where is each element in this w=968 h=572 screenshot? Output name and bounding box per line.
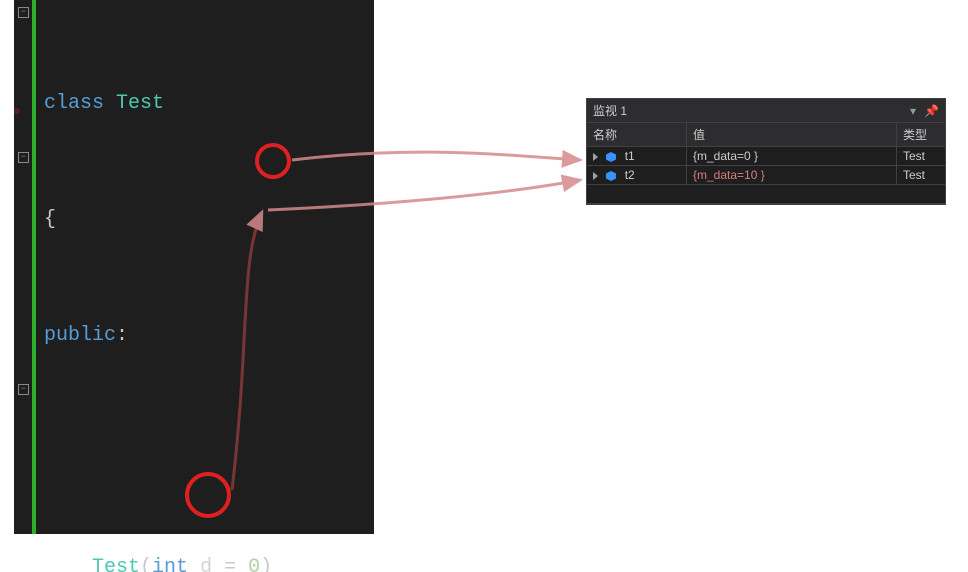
keyword-class: class	[44, 92, 116, 115]
watch-empty-row[interactable]	[587, 185, 945, 204]
col-value-header[interactable]: 值	[687, 123, 897, 146]
watch-row-value-changed[interactable]: {m_data=10 }	[687, 166, 897, 184]
expand-toggle-icon[interactable]	[593, 172, 598, 180]
code-line[interactable]: public:	[44, 321, 374, 350]
fold-toggle[interactable]: −	[18, 7, 29, 18]
equals: =	[224, 556, 248, 572]
code-line[interactable]: Test(int d = 0)	[44, 553, 374, 572]
window-menu-icon[interactable]: ▾	[910, 104, 916, 118]
watch-var-name: t2	[625, 168, 635, 182]
typename: Test	[92, 556, 140, 572]
watch-row-name[interactable]: t2	[587, 166, 687, 184]
watch-titlebar[interactable]: 监视 1 ▾ 📌	[587, 99, 945, 123]
watch-row-value[interactable]: {m_data=0 }	[687, 147, 897, 165]
paren-close: )	[260, 556, 272, 572]
fold-toggle[interactable]: −	[18, 384, 29, 395]
watch-var-name: t1	[625, 149, 635, 163]
keyword-public: public	[44, 324, 116, 347]
keyword-int: int	[152, 556, 200, 572]
watch-row-name[interactable]: t1	[587, 147, 687, 165]
indent	[44, 556, 92, 572]
object-icon	[605, 151, 617, 163]
change-indicator-bar	[32, 0, 36, 534]
colon: :	[116, 324, 128, 347]
gutter-breakpoint-dot[interactable]	[14, 108, 20, 114]
expand-toggle-icon[interactable]	[593, 153, 598, 161]
pin-icon[interactable]: 📌	[924, 104, 939, 118]
code-line[interactable]	[44, 437, 374, 466]
watch-row-type[interactable]: Test	[897, 166, 945, 184]
code-line[interactable]: {	[44, 205, 374, 234]
watch-title-controls: ▾ 📌	[910, 104, 939, 118]
paren-open: (	[140, 556, 152, 572]
watch-column-header[interactable]: 名称 值 类型	[587, 123, 945, 147]
object-icon	[605, 170, 617, 182]
watch-title-text: 监视 1	[593, 102, 627, 119]
fold-toggle[interactable]: −	[18, 152, 29, 163]
col-name-header[interactable]: 名称	[587, 123, 687, 146]
code-text-area[interactable]: class Test { public: Test(int d = 0) { m…	[44, 0, 374, 534]
editor-gutter: − − −	[14, 0, 44, 534]
watch-row-type[interactable]: Test	[897, 147, 945, 165]
identifier: d	[200, 556, 224, 572]
watch-window[interactable]: 监视 1 ▾ 📌 名称 值 类型 t1 {m_data=0 } Test t2 …	[586, 98, 946, 205]
number-literal: 0	[248, 556, 260, 572]
watch-row[interactable]: t2 {m_data=10 } Test	[587, 166, 945, 185]
code-editor-pane[interactable]: − − − class Test { public: Test(int d = …	[14, 0, 374, 534]
watch-row[interactable]: t1 {m_data=0 } Test	[587, 147, 945, 166]
col-type-header[interactable]: 类型	[897, 123, 945, 146]
typename: Test	[116, 92, 164, 115]
code-line[interactable]: class Test	[44, 89, 374, 118]
brace-open: {	[44, 208, 56, 231]
